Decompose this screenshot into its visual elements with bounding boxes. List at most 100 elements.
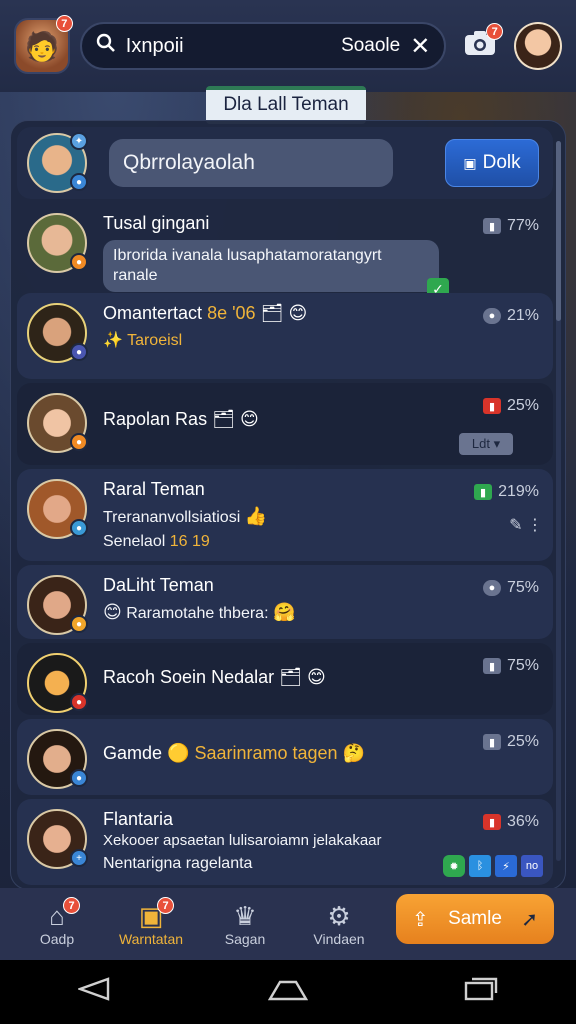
status-icon: ● [70, 693, 88, 711]
percent-value: 25% [506, 733, 539, 750]
smile-icon: 😊 [288, 303, 308, 323]
contact-name-line: Omantertact 8e '06 🗂 😊 [103, 303, 543, 324]
clear-search-icon[interactable]: ✕ [410, 32, 430, 61]
tag-label[interactable]: no [521, 855, 543, 877]
contact-name: Gamde [103, 743, 163, 763]
list-item[interactable]: ● Omantertact 8e '06 🗂 😊 ✨ Taroeisl ● 21… [17, 293, 553, 379]
system-nav-bar [0, 960, 576, 1024]
list-item[interactable]: ● Rapolan Ras 🗂 😊 ▮ 25% Ldt ▾ [17, 383, 553, 465]
upload-icon: ⇪ [412, 908, 429, 931]
home-button-icon[interactable] [267, 975, 309, 1009]
percent-value: 21% [506, 307, 539, 324]
message-bubble: Ibrorida ivanala lusaphatamoratangyrt ra… [103, 240, 449, 300]
list-item[interactable]: ● DaLiht Teman 😊 Raramotahe thbera: 🤗 ● … [17, 565, 553, 639]
profile-avatar-button[interactable]: 🧑 7 [14, 15, 73, 74]
list-item[interactable]: ● Raral Teman Trerananvollsiatiosi 👍 Sen… [17, 469, 553, 561]
list-item[interactable]: ● Tusal gingani Ibrorida ivanala lusapha… [17, 203, 553, 300]
cta-button[interactable]: ⇪ Samle ➚ [396, 894, 554, 944]
stat-icon: ● [482, 580, 501, 596]
chat-list-panel: ✦ ● Qbrrolayaolah ▣ Dolk ● Tusal gingani… [10, 120, 566, 890]
percent-value: 75% [506, 657, 539, 674]
percent-value: 77% [506, 217, 539, 234]
smile-icon: 😊 [239, 409, 259, 429]
more-icon[interactable]: ⋮ [527, 517, 543, 534]
row-actions[interactable]: ✎ ⋮ [509, 515, 543, 535]
status-text-2: Senelaol [103, 533, 166, 550]
contact-name: Tusal gingani [103, 213, 210, 233]
status-line: 😊 Raramotahe thbera: 🤗 [103, 602, 543, 623]
camera-badge: 7 [486, 23, 504, 40]
edit-icon[interactable]: ✎ [509, 517, 522, 534]
briefcase-icon: ▣ [463, 154, 477, 171]
top-bar: 🧑 7 Ixnpoii Soaole ✕ 7 [0, 0, 576, 92]
chat-info: Tusal gingani Ibrorida ivanala lusaphata… [103, 213, 543, 300]
chat-meta: ● 21% [482, 307, 539, 325]
chat-meta: ● 75% [482, 579, 539, 597]
status-icon: ● [70, 769, 88, 787]
smile-icon: 😊 [103, 602, 122, 622]
stat-icon: ▮ [482, 658, 501, 674]
search-bar[interactable]: Ixnpoii Soaole ✕ [79, 22, 447, 70]
lightning-icon[interactable]: ⚡ [495, 855, 517, 877]
chat-info: Omantertact 8e '06 🗂 😊 ✨ Taroeisl [103, 303, 543, 350]
user-avatar[interactable] [514, 22, 562, 70]
avatar: ● [27, 653, 88, 713]
tab-friends[interactable]: Dla Lall Teman [206, 86, 366, 124]
avatar: ● [27, 729, 88, 789]
cta-label: Samle [448, 908, 502, 929]
search-button-label[interactable]: Soaole [341, 35, 400, 57]
nav-label: Vindaen [313, 931, 365, 947]
status-line-2: Senelaol 16 19 [103, 533, 543, 551]
thinking-icon: 🤔 [342, 743, 366, 763]
message-text: Ibrorida ivanala lusaphatamoratangyrt ra… [113, 247, 382, 284]
nav-social[interactable]: ♛ Sagan [198, 901, 292, 947]
gear-badge-icon[interactable]: ✹ [443, 855, 465, 877]
contact-name: Omantertact [103, 303, 203, 323]
contact-name: DaLiht Teman [103, 575, 214, 595]
star-icon: ✨ [103, 332, 123, 349]
gear-icon: ⚙ [327, 901, 351, 931]
chat-info: Racoh Soein Nedalar 🗂 😊 [103, 653, 543, 688]
hug-icon: 🤗 [272, 602, 296, 622]
folder-icon: 🗂 [279, 667, 302, 687]
avatar: ● [27, 575, 88, 635]
action-tags: ✹ ᛒ ⚡ no [443, 855, 543, 877]
compose-row: ✦ ● Qbrrolayaolah ▣ Dolk [17, 127, 553, 199]
nav-messages[interactable]: ▣ Warntatan 7 [104, 897, 198, 947]
bluetooth-icon[interactable]: ᛒ [469, 855, 491, 877]
camera-button[interactable]: 7 [462, 23, 504, 64]
send-button[interactable]: ▣ Dolk [445, 139, 539, 187]
nav-settings[interactable]: ⚙ Vindaen [292, 901, 386, 947]
status-icon: + [70, 849, 88, 867]
nav-label: Warntatan [118, 931, 184, 947]
chat-meta: ▮ 25% [482, 733, 539, 751]
status-value: 16 19 [169, 533, 210, 550]
recents-icon[interactable] [464, 975, 498, 1009]
alert-icon: ▮ [482, 814, 501, 830]
dropdown-button[interactable]: Ldt ▾ [459, 433, 513, 455]
back-icon[interactable] [76, 975, 112, 1009]
avatar: + [27, 809, 88, 869]
chest-icon: ▣ [138, 901, 164, 931]
percent-value: 36% [506, 813, 539, 830]
status-line: ✨ Taroeisl [103, 330, 543, 350]
avatar: ✦ ● [27, 132, 88, 193]
list-item[interactable]: ● Racoh Soein Nedalar 🗂 😊 ▮ 75% [17, 643, 553, 715]
status-text: Trerananvollsiatiosi [103, 509, 241, 526]
nav-home[interactable]: ⌂ Oadp 7 [10, 897, 104, 947]
message-input[interactable]: Qbrrolayaolah [109, 139, 393, 187]
notification-badge: 7 [157, 897, 174, 914]
status-icon: ● [70, 253, 88, 271]
scrollbar-thumb[interactable] [556, 141, 561, 321]
search-input[interactable]: Ixnpoii [126, 35, 331, 58]
chat-info: Rapolan Ras 🗂 😊 [103, 393, 543, 430]
status-text: Taroeisl [127, 332, 183, 349]
stat-icon: ▮ [482, 218, 501, 234]
list-item[interactable]: + Flantaria Xekooer apsaetan lulisaroiam… [17, 799, 553, 885]
contact-name-extra: 8e '06 [207, 303, 256, 323]
crown-icon: ♛ [233, 901, 257, 931]
percent-value: 75% [506, 579, 539, 596]
nav-label: Sagan [224, 931, 266, 947]
chat-meta: ▮ 75% [482, 657, 539, 675]
list-item[interactable]: ● Gamde 🟡 Saarinramo tagen 🤔 ▮ 25% [17, 719, 553, 795]
